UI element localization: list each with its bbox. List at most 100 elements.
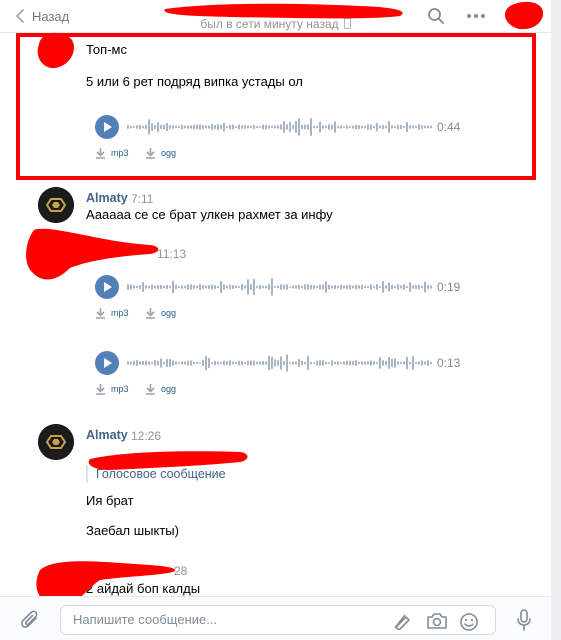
download-ogg-link[interactable]: ogg xyxy=(145,383,176,395)
waveform-bar xyxy=(193,124,195,130)
waveform-bar xyxy=(139,284,141,290)
waveform-bar xyxy=(169,358,171,368)
avatar[interactable] xyxy=(38,187,74,223)
waveform-bar xyxy=(151,284,153,290)
waveform-bar xyxy=(430,361,432,365)
play-button[interactable] xyxy=(95,275,119,299)
dialog-window: Назад был в сети минуту назад Топ-мс 5 и… xyxy=(0,0,552,640)
waveform-bar xyxy=(232,361,234,365)
graffiti-button[interactable] xyxy=(393,612,413,635)
waveform-bar xyxy=(370,360,372,366)
waveform-bar xyxy=(394,358,396,368)
waveform-bar xyxy=(223,360,225,366)
waveform-bar xyxy=(241,360,243,366)
message-author[interactable]: Almaty xyxy=(86,191,128,205)
waveform[interactable] xyxy=(127,353,432,373)
waveform-bar xyxy=(310,284,312,290)
waveform-bar xyxy=(211,123,213,131)
waveform-bar xyxy=(292,361,294,365)
audio-duration: 0:13 xyxy=(437,356,461,370)
waveform-bar xyxy=(220,124,222,130)
waveform-bar xyxy=(175,125,177,129)
waveform-bar xyxy=(352,125,354,129)
waveform-bar xyxy=(127,361,129,365)
waveform-bar xyxy=(232,124,234,130)
download-mp3-link[interactable]: mp3 xyxy=(95,383,129,395)
waveform-bar xyxy=(319,284,321,290)
waveform-bar xyxy=(430,285,432,289)
download-ogg-link[interactable]: ogg xyxy=(145,307,176,319)
ogg-label: ogg xyxy=(161,384,177,394)
waveform-bar xyxy=(130,284,132,290)
message-time[interactable]: 28 xyxy=(174,564,187,578)
voice-record-button[interactable] xyxy=(516,609,532,636)
waveform-bar xyxy=(289,285,291,289)
photo-button[interactable] xyxy=(426,612,448,635)
waveform-bar xyxy=(421,360,423,366)
waveform-bar xyxy=(406,121,408,133)
waveform-bar xyxy=(262,360,264,366)
message-time[interactable]: 7:11 xyxy=(131,192,153,206)
waveform-bar xyxy=(130,361,132,365)
waveform-bar xyxy=(373,361,375,365)
waveform-bar xyxy=(349,284,351,290)
waveform-bar xyxy=(421,124,423,130)
waveform-bar xyxy=(358,124,360,130)
waveform-bar xyxy=(268,355,270,371)
waveform-bar xyxy=(148,361,150,365)
waveform-bar xyxy=(220,280,222,294)
waveform-bar xyxy=(274,125,276,129)
waveform-bar xyxy=(175,284,177,290)
waveform-bar xyxy=(262,285,264,289)
waveform-bar xyxy=(241,125,243,129)
waveform-bar xyxy=(235,125,237,129)
mp3-label: mp3 xyxy=(111,384,129,394)
waveform-bar xyxy=(331,360,333,366)
waveform-bar xyxy=(361,284,363,290)
more-button[interactable] xyxy=(466,6,486,26)
waveform-bar xyxy=(250,284,252,290)
attach-button[interactable] xyxy=(20,609,40,636)
waveform-bar xyxy=(181,285,183,289)
status-text: был в сети минуту назад xyxy=(200,17,339,31)
waveform-bar xyxy=(316,285,318,289)
message-input-box[interactable] xyxy=(60,605,496,635)
waveform-bar xyxy=(196,285,198,289)
waveform-bar xyxy=(322,284,324,290)
waveform-bar xyxy=(418,284,420,290)
download-mp3-link[interactable]: mp3 xyxy=(95,147,129,159)
emoji-button[interactable] xyxy=(459,612,479,637)
waveform-bar xyxy=(376,284,378,290)
waveform-bar xyxy=(382,280,384,294)
download-mp3-link[interactable]: mp3 xyxy=(95,307,129,319)
waveform-bar xyxy=(313,361,315,365)
waveform-bar xyxy=(412,125,414,129)
waveform-bar xyxy=(184,361,186,365)
message-author[interactable]: Almaty xyxy=(86,428,128,442)
scrollbar[interactable] xyxy=(551,0,561,640)
avatar[interactable] xyxy=(38,424,74,460)
waveform-bar xyxy=(277,285,279,289)
download-ogg-link[interactable]: ogg xyxy=(145,147,176,159)
waveform-bar xyxy=(292,285,294,289)
message-time[interactable]: 11:13 xyxy=(157,247,186,261)
search-button[interactable] xyxy=(427,6,445,26)
waveform[interactable] xyxy=(127,277,432,297)
waveform-bar xyxy=(298,284,300,290)
message-time[interactable]: 12:26 xyxy=(131,429,161,443)
waveform-bar xyxy=(424,125,426,129)
waveform[interactable] xyxy=(127,117,432,137)
waveform-bar xyxy=(145,360,147,366)
waveform-bar xyxy=(304,124,306,130)
play-button[interactable] xyxy=(95,351,119,375)
message-input[interactable] xyxy=(73,612,373,627)
play-button[interactable] xyxy=(95,115,119,139)
download-icon xyxy=(96,384,105,395)
waveform-bar xyxy=(265,124,267,130)
waveform-bar xyxy=(277,360,279,366)
waveform-bar xyxy=(355,124,357,130)
waveform-bar xyxy=(388,282,390,292)
waveform-bar xyxy=(379,285,381,289)
waveform-bar xyxy=(400,285,402,289)
forwarded-voice-message[interactable]: Голосовое сообщение xyxy=(86,465,226,483)
